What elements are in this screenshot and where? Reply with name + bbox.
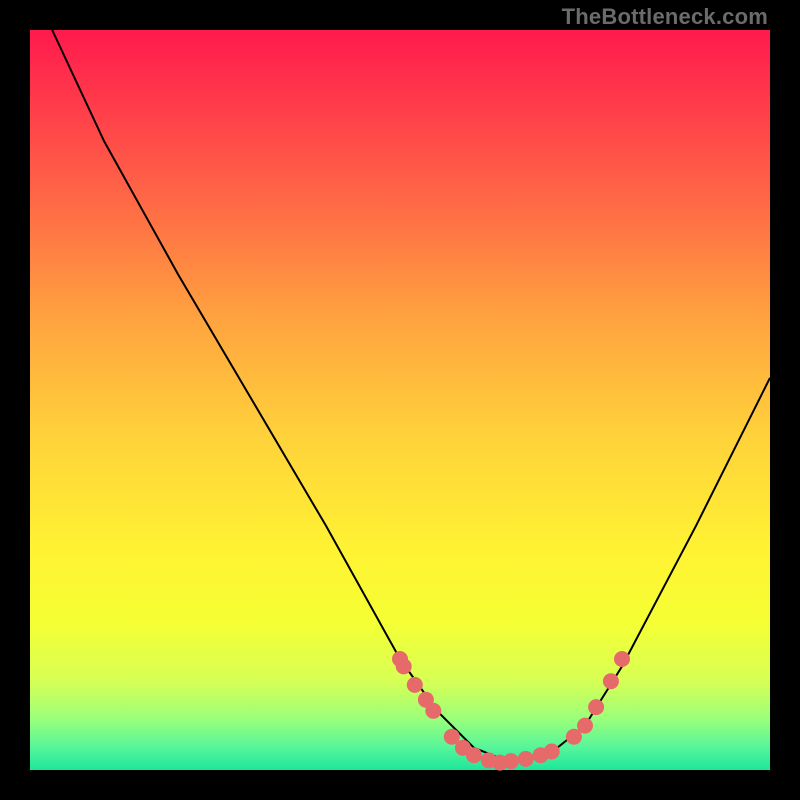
curve-marker [425,703,441,719]
watermark-label: TheBottleneck.com [562,4,768,30]
curve-marker [407,677,423,693]
curve-markers [392,651,630,771]
curve-marker [614,651,630,667]
chart-svg [30,30,770,770]
curve-marker [396,658,412,674]
curve-marker [466,747,482,763]
bottleneck-curve [52,30,770,763]
curve-marker [588,699,604,715]
curve-marker [503,753,519,769]
curve-marker [577,718,593,734]
curve-marker [603,673,619,689]
curve-marker [544,744,560,760]
plot-area [30,30,770,770]
chart-frame: TheBottleneck.com [0,0,800,800]
curve-marker [518,751,534,767]
